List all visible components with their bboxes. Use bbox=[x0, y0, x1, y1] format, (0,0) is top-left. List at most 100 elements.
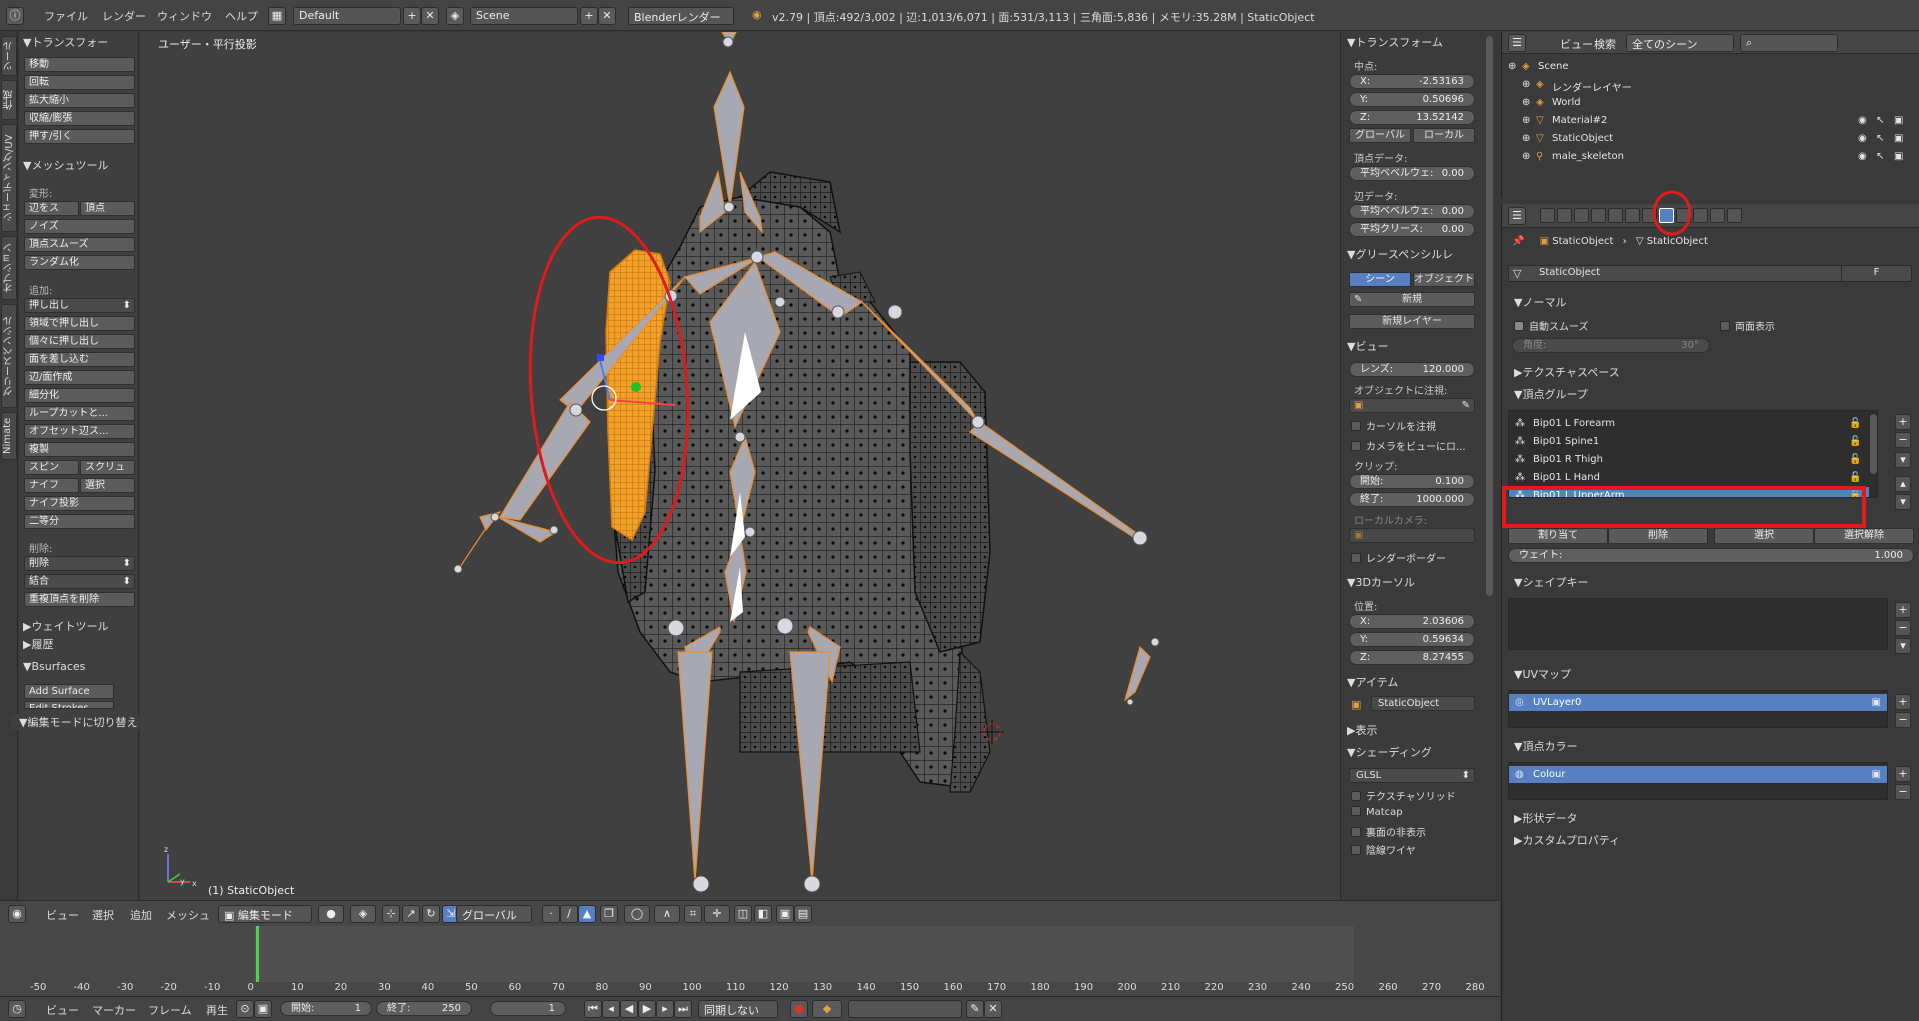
layout-field[interactable]: Default bbox=[293, 7, 401, 25]
timeline-menu-frame[interactable]: フレーム bbox=[148, 1002, 192, 1018]
outliner-type-icon[interactable]: ☰ bbox=[1508, 34, 1526, 52]
jump-keyframe-forward-icon[interactable]: ▸ bbox=[656, 1000, 674, 1018]
camera-render-icon[interactable]: ▣ bbox=[1872, 694, 1881, 711]
matcap-checkbox[interactable]: Matcap bbox=[1351, 806, 1403, 818]
subdivide-button[interactable]: 細分化 bbox=[24, 388, 135, 403]
lock-object-field[interactable]: ▣ ✎ bbox=[1349, 398, 1475, 413]
textured-solid-checkbox[interactable]: テクスチャソリッド bbox=[1351, 788, 1456, 803]
tab-create[interactable]: 作成 bbox=[1, 80, 17, 120]
add-vertex-color-button[interactable]: + bbox=[1895, 766, 1911, 782]
local-camera-field[interactable]: ▣ bbox=[1349, 528, 1475, 543]
bsurfaces-header[interactable]: ▼Bsurfaces bbox=[23, 660, 85, 673]
render-still-icon[interactable]: ▣ bbox=[776, 905, 794, 923]
edit-strokes-button[interactable]: Edit Strokes bbox=[24, 701, 114, 709]
preview-range-icon[interactable]: ⊙ bbox=[236, 1000, 254, 1018]
timeline-menu-view[interactable]: ビュー bbox=[46, 1002, 79, 1018]
select-button[interactable]: 選択 bbox=[1714, 528, 1814, 544]
move-button[interactable]: 移動 bbox=[24, 57, 135, 72]
expand-icon[interactable]: ⊕ bbox=[1522, 133, 1530, 144]
auto-smooth-checkbox[interactable]: 自動スムーズ bbox=[1514, 318, 1589, 333]
history-header[interactable]: ▶履歴 bbox=[23, 636, 53, 652]
item-header[interactable]: ▼アイテム bbox=[1347, 674, 1398, 690]
cursor-icon[interactable]: ↖ bbox=[1876, 115, 1884, 126]
outliner-menu-view[interactable]: ビュー bbox=[1560, 36, 1593, 52]
lock-cursor-checkbox[interactable]: カーソルを注視 bbox=[1351, 418, 1436, 433]
view3d-menu-add[interactable]: 追加 bbox=[130, 907, 152, 923]
add-vertex-group-button[interactable]: + bbox=[1895, 414, 1911, 430]
remove-doubles-button[interactable]: 重複頂点を削除 bbox=[24, 592, 135, 607]
extrude-region-button[interactable]: 領域で押し出し bbox=[24, 316, 135, 331]
scale-button[interactable]: 拡大縮小 bbox=[24, 93, 135, 108]
render-engine-select[interactable]: Blenderレンダー bbox=[628, 7, 734, 25]
edge-crease-field[interactable]: 平均クリース: 0.00 bbox=[1349, 222, 1475, 237]
assign-button[interactable]: 割り当て bbox=[1508, 528, 1608, 544]
expand-icon[interactable]: ⊕ bbox=[1522, 115, 1530, 126]
remove-vertex-color-button[interactable]: − bbox=[1895, 784, 1911, 800]
shading-header[interactable]: ▼シェーディング bbox=[1347, 744, 1432, 760]
menu-help[interactable]: ヘルプ bbox=[225, 8, 258, 24]
edge-bevel-field[interactable]: 平均ベベルウェ: 0.00 bbox=[1349, 204, 1475, 219]
insert-keyframe-icon[interactable]: ✎ bbox=[966, 1000, 984, 1018]
duplicate-button[interactable]: 複製 bbox=[24, 442, 135, 457]
expand-icon[interactable]: ⊕ bbox=[1522, 79, 1530, 90]
transform-panel-header[interactable]: ▼トランスフォー bbox=[23, 34, 108, 50]
cursor-icon[interactable]: ↖ bbox=[1876, 133, 1884, 144]
vertex-group-row[interactable]: ⁂ Bip01 R Thigh 🔓 bbox=[1509, 451, 1869, 469]
lock-frame-icon[interactable]: ▣ bbox=[254, 1000, 272, 1018]
fake-user-button[interactable]: F bbox=[1841, 265, 1911, 282]
limit-selection-icon[interactable]: ❒ bbox=[600, 905, 618, 923]
add-shape-key-button[interactable]: + bbox=[1895, 602, 1911, 618]
tab-grease-pencil[interactable]: グリースペンシル bbox=[1, 304, 17, 408]
sync-mode-select[interactable]: 同期しない bbox=[698, 1000, 778, 1018]
shading-mode-select[interactable]: GLSL ⬍ bbox=[1349, 768, 1475, 783]
jump-keyframe-back-icon[interactable]: ◂ bbox=[602, 1000, 620, 1018]
extrude-individual-button[interactable]: 個々に押し出し bbox=[24, 334, 135, 349]
mode-select[interactable]: ▣ 編集モード bbox=[218, 905, 312, 923]
camera-render-icon[interactable]: ▣ bbox=[1872, 766, 1881, 783]
cursor-icon[interactable]: ↖ bbox=[1876, 151, 1884, 162]
constraints-tab-icon[interactable] bbox=[1625, 208, 1640, 223]
uv-map-list[interactable]: ◎ UVLayer0 ▣ bbox=[1508, 690, 1888, 728]
lock-icon[interactable]: 🔓 bbox=[1849, 433, 1861, 450]
knife-project-button[interactable]: ナイフ投影 bbox=[24, 496, 135, 511]
normals-panel-header[interactable]: ▼ノーマル bbox=[1514, 294, 1566, 310]
viewport-shading-icon[interactable]: ● bbox=[318, 905, 344, 923]
start-frame-field[interactable]: 開始: 1 bbox=[280, 1001, 372, 1016]
vertex-color-row[interactable]: ◍ Colour ▣ bbox=[1509, 766, 1887, 783]
particles-tab-icon[interactable] bbox=[1710, 208, 1725, 223]
play-reverse-icon[interactable]: ◀ bbox=[620, 1000, 638, 1018]
outliner-row[interactable]: ⊕ ⚲ male_skeleton ◉ ↖ ▣ bbox=[1502, 148, 1919, 166]
render-icon[interactable]: ▣ bbox=[1894, 115, 1903, 126]
global-toggle[interactable]: グローバル bbox=[1349, 128, 1411, 143]
properties-type-icon[interactable]: ☰ bbox=[1508, 207, 1526, 225]
lock-icon[interactable]: 🔓 bbox=[1849, 451, 1861, 468]
mesh-tools-header[interactable]: ▼メッシュツール bbox=[23, 157, 108, 173]
render-layers-tab-icon[interactable] bbox=[1557, 208, 1572, 223]
opengl-render-icon[interactable]: ◧ bbox=[754, 905, 772, 923]
gp-scene-toggle[interactable]: シーン bbox=[1349, 272, 1411, 287]
timeline-menu-marker[interactable]: マーカー bbox=[92, 1002, 136, 1018]
shape-keys-header[interactable]: ▼シェイプキー bbox=[1514, 574, 1588, 590]
current-frame-indicator[interactable] bbox=[256, 926, 259, 982]
scene-canvas[interactable]: z y x bbox=[140, 32, 1340, 900]
outliner-row[interactable]: ⊕ ▽ Material#2 ◉ ↖ ▣ bbox=[1502, 112, 1919, 130]
rotate-manipulator-icon[interactable]: ↻ bbox=[422, 905, 440, 923]
grease-pencil-header[interactable]: ▼グリースペンシルレ bbox=[1347, 246, 1481, 262]
falloff-icon[interactable]: ∧ bbox=[654, 905, 680, 923]
object-tab-icon[interactable] bbox=[1608, 208, 1623, 223]
median-z-field[interactable]: Z: 13.52142 bbox=[1349, 110, 1475, 125]
hidden-wire-checkbox[interactable]: 陰線ワイヤ bbox=[1351, 842, 1416, 857]
backface-culling-checkbox[interactable]: 裏面の非表示 bbox=[1351, 824, 1426, 839]
make-edge-face-button[interactable]: 辺/面作成 bbox=[24, 370, 135, 385]
delete-dropdown[interactable]: 削除 ⬍ bbox=[24, 556, 135, 571]
scene-icon[interactable]: ◈ bbox=[446, 7, 464, 25]
view3d-menu-mesh[interactable]: メッシュ bbox=[166, 907, 210, 923]
add-scene-icon[interactable]: + bbox=[580, 7, 598, 25]
display-header[interactable]: ▶表示 bbox=[1347, 722, 1377, 738]
auto-smooth-angle-field[interactable]: 角度: 30° bbox=[1512, 338, 1710, 353]
eye-icon[interactable]: ◉ bbox=[1858, 151, 1867, 162]
properties-shelf-scrollbar[interactable] bbox=[1484, 32, 1495, 900]
shape-key-list[interactable] bbox=[1508, 598, 1888, 650]
cursor-z-field[interactable]: Z: 8.27455 bbox=[1349, 650, 1475, 665]
vertex-slide-button[interactable]: 頂点 bbox=[80, 201, 135, 216]
